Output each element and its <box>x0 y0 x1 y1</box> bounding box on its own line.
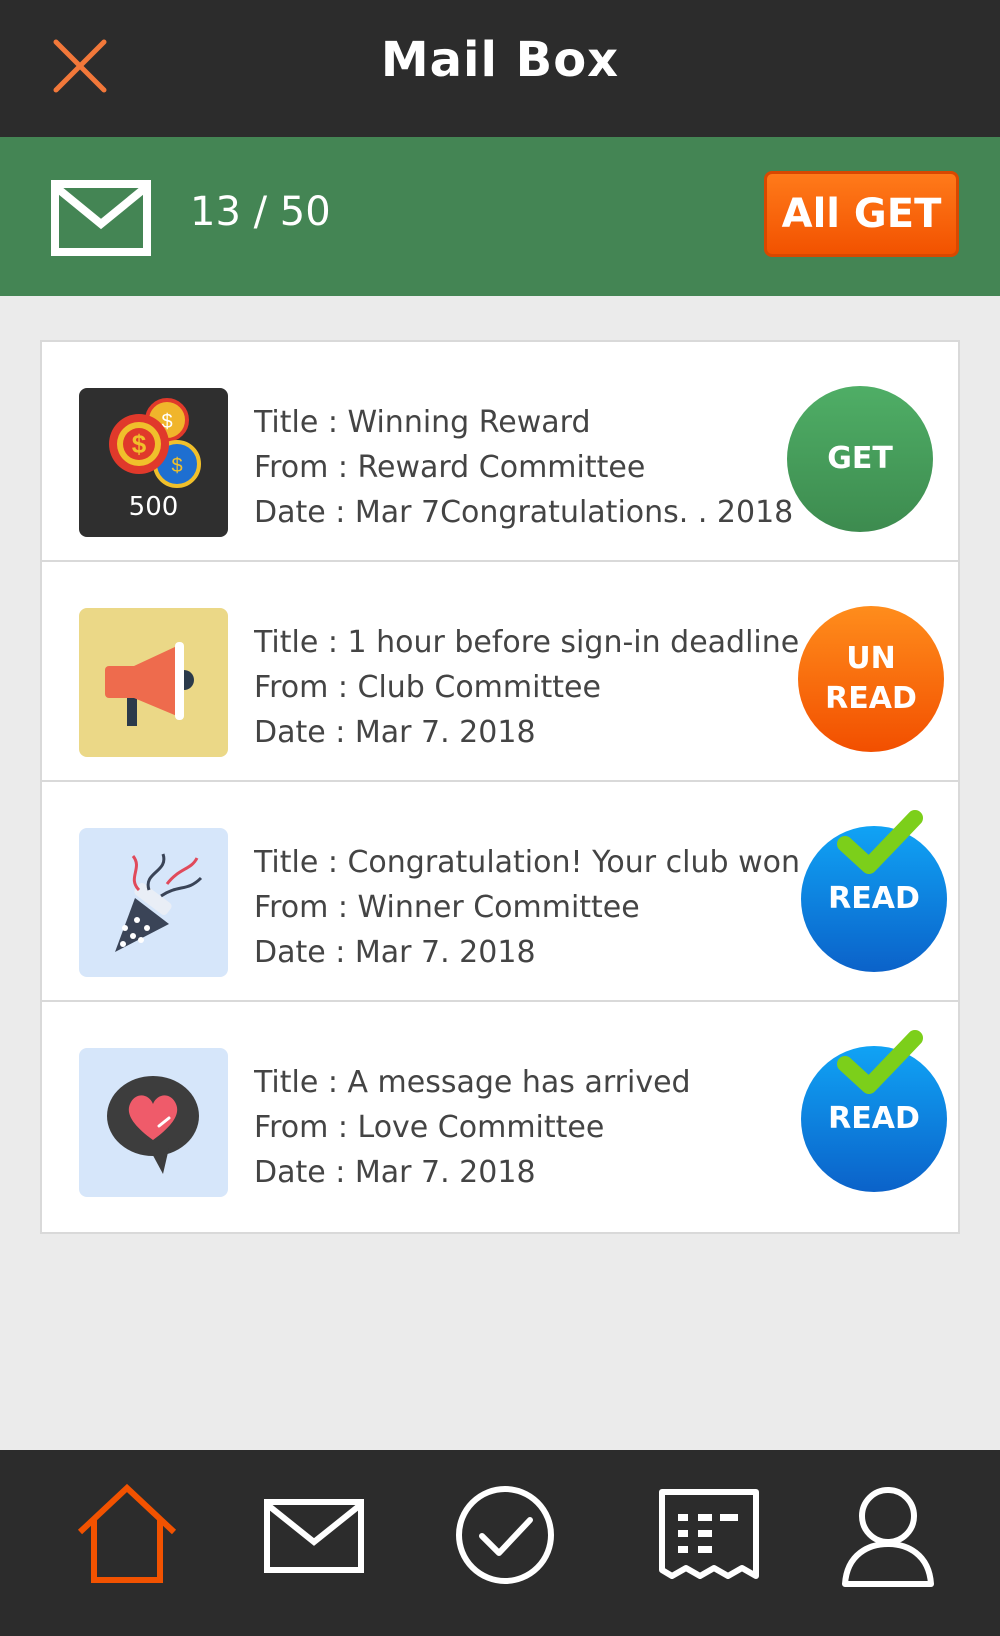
get-button[interactable]: GET <box>787 386 933 532</box>
unread-button-label-line1: UN <box>846 641 896 676</box>
mail-date: Date : Mar 7. 2018 <box>254 715 536 750</box>
read-button-label: READ <box>828 1101 920 1136</box>
party-popper-icon <box>79 828 228 977</box>
mail-icon[interactable] <box>259 1480 369 1590</box>
read-button[interactable]: READ <box>801 810 947 972</box>
mail-date: Date : Mar 7Congratulations. . 2018 <box>254 495 794 530</box>
bottom-nav <box>0 1450 1000 1636</box>
checkmark-icon <box>837 1030 923 1094</box>
casino-chips-icon: $ $ $ 500 <box>79 388 228 537</box>
mail-title: Title : Winning Reward <box>254 405 591 440</box>
svg-text:$: $ <box>132 429 147 459</box>
app-header: Mail Box <box>0 0 1000 137</box>
get-button-label: GET <box>827 441 893 476</box>
mail-item-deadline[interactable]: Title : 1 hour before sign-in deadline F… <box>42 562 958 782</box>
checkmark-icon <box>837 810 923 874</box>
read-button[interactable]: READ <box>801 1030 947 1192</box>
mail-from: From : Winner Committee <box>254 890 640 925</box>
mail-title: Title : A message has arrived <box>254 1065 691 1100</box>
mail-status-bar: 13 / 50 All GET <box>0 137 1000 296</box>
page-title: Mail Box <box>380 32 620 88</box>
ticket-list-icon[interactable] <box>654 1480 764 1590</box>
mail-list: $ $ $ 500 Title : Winning Reward From : … <box>40 340 960 1234</box>
mail-details: Title : 1 hour before sign-in deadline F… <box>254 620 814 755</box>
mail-details: Title : Congratulation! Your club won Fr… <box>254 840 814 975</box>
unread-button[interactable]: UN READ <box>798 606 944 752</box>
mail-title: Title : Congratulation! Your club won <box>254 845 800 880</box>
mail-item-congratulation[interactable]: Title : Congratulation! Your club won Fr… <box>42 782 958 1002</box>
envelope-icon <box>51 180 151 256</box>
svg-text:$: $ <box>171 455 182 477</box>
mail-details: Title : Winning Reward From : Reward Com… <box>254 400 814 535</box>
mail-item-winning-reward[interactable]: $ $ $ 500 Title : Winning Reward From : … <box>42 342 958 562</box>
mail-from: From : Love Committee <box>254 1110 605 1145</box>
heart-message-icon <box>79 1048 228 1197</box>
mail-from: From : Reward Committee <box>254 450 646 485</box>
read-button-label: READ <box>828 881 920 916</box>
mail-count: 13 / 50 <box>190 189 331 235</box>
mail-date: Date : Mar 7. 2018 <box>254 935 536 970</box>
unread-button-label-line2: READ <box>825 681 917 716</box>
check-circle-icon[interactable] <box>450 1480 560 1590</box>
mail-title: Title : 1 hour before sign-in deadline <box>254 625 800 660</box>
mail-item-message[interactable]: Title : A message has arrived From : Lov… <box>42 1002 958 1222</box>
megaphone-icon <box>79 608 228 757</box>
thumb-caption: 500 <box>128 492 179 522</box>
mail-from: From : Club Committee <box>254 670 601 705</box>
mail-date: Date : Mar 7. 2018 <box>254 1155 536 1190</box>
mail-details: Title : A message has arrived From : Lov… <box>254 1060 814 1195</box>
user-icon[interactable] <box>833 1480 943 1590</box>
home-icon[interactable] <box>72 1480 182 1590</box>
all-get-button[interactable]: All GET <box>764 171 959 257</box>
